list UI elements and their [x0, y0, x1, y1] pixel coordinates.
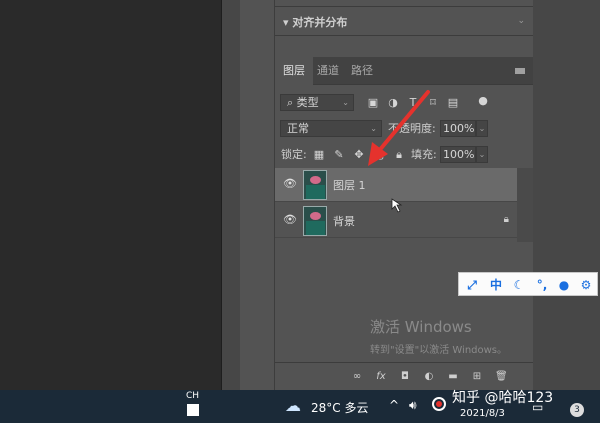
volume-icon[interactable]: 🔊︎ [409, 398, 417, 413]
zhihu-watermark: 知乎 @哈哈123 [452, 390, 554, 406]
notification-count-badge: 3 [570, 403, 584, 417]
chevron-up-icon[interactable]: ^ [389, 398, 399, 412]
record-button[interactable] [432, 397, 446, 411]
input-language-indicator[interactable]: CH [186, 391, 199, 401]
weather-text[interactable]: 28°C 多云 [311, 399, 368, 416]
taskbar-date[interactable]: 2021/8/3 [460, 408, 505, 419]
cloud-weather-icon: ☁ [285, 396, 301, 415]
mouse-cursor-icon [391, 198, 403, 213]
check-icon[interactable] [187, 404, 199, 416]
